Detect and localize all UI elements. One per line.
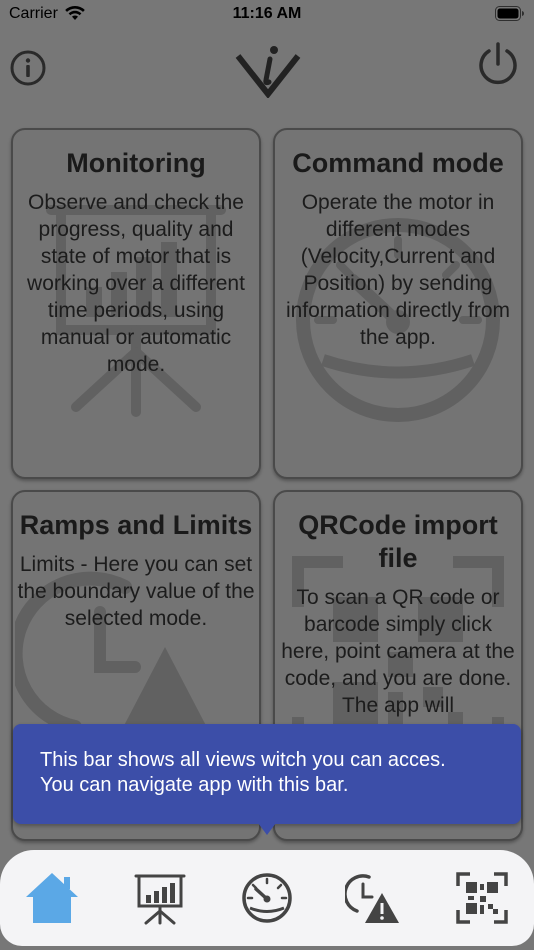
power-icon[interactable]: [474, 40, 522, 88]
tooltip-line-2: You can navigate app with this bar.: [40, 774, 349, 796]
tab-home[interactable]: [22, 868, 82, 928]
presentation-chart-icon: [134, 874, 186, 925]
tab-qr-import[interactable]: [452, 868, 512, 928]
command-mode-title: Command mode: [292, 148, 504, 178]
qr-import-description: To scan a QR code or barcode simply clic…: [281, 586, 515, 717]
tab-ramps-limits[interactable]: [343, 868, 403, 928]
qr-import-title: QRCode import file: [298, 510, 498, 573]
status-bar: Carrier 11:16 AM: [0, 0, 534, 30]
ramps-limits-description: Limits - Here you can set the boundary v…: [17, 553, 255, 630]
monitoring-description: Observe and check the progress, quality …: [27, 191, 245, 376]
battery-icon: [495, 6, 524, 21]
command-mode-card[interactable]: Command mode Operate the motor in differ…: [273, 128, 523, 479]
monitoring-title: Monitoring: [66, 148, 206, 178]
monitoring-card[interactable]: Monitoring Observe and check the progres…: [11, 128, 261, 479]
navigation-tooltip[interactable]: This bar shows all views witch you can a…: [13, 724, 521, 824]
clock-warning-icon: [345, 874, 399, 923]
logo-icon: [235, 46, 301, 98]
status-time: 11:16 AM: [232, 5, 302, 22]
info-icon[interactable]: [10, 50, 46, 86]
tab-command-mode[interactable]: [237, 868, 297, 928]
ramps-limits-title: Ramps and Limits: [19, 510, 253, 540]
command-mode-description: Operate the motor in different modes (Ve…: [285, 191, 511, 349]
home-icon: [26, 873, 78, 923]
tooltip-arrow: [258, 823, 276, 835]
tab-bar: [0, 850, 534, 946]
tab-monitoring[interactable]: [130, 868, 190, 928]
tooltip-line-1: This bar shows all views witch you can a…: [40, 749, 446, 771]
qr-code-icon: [456, 872, 508, 924]
header: [0, 36, 534, 106]
speedometer-icon: [242, 873, 292, 923]
